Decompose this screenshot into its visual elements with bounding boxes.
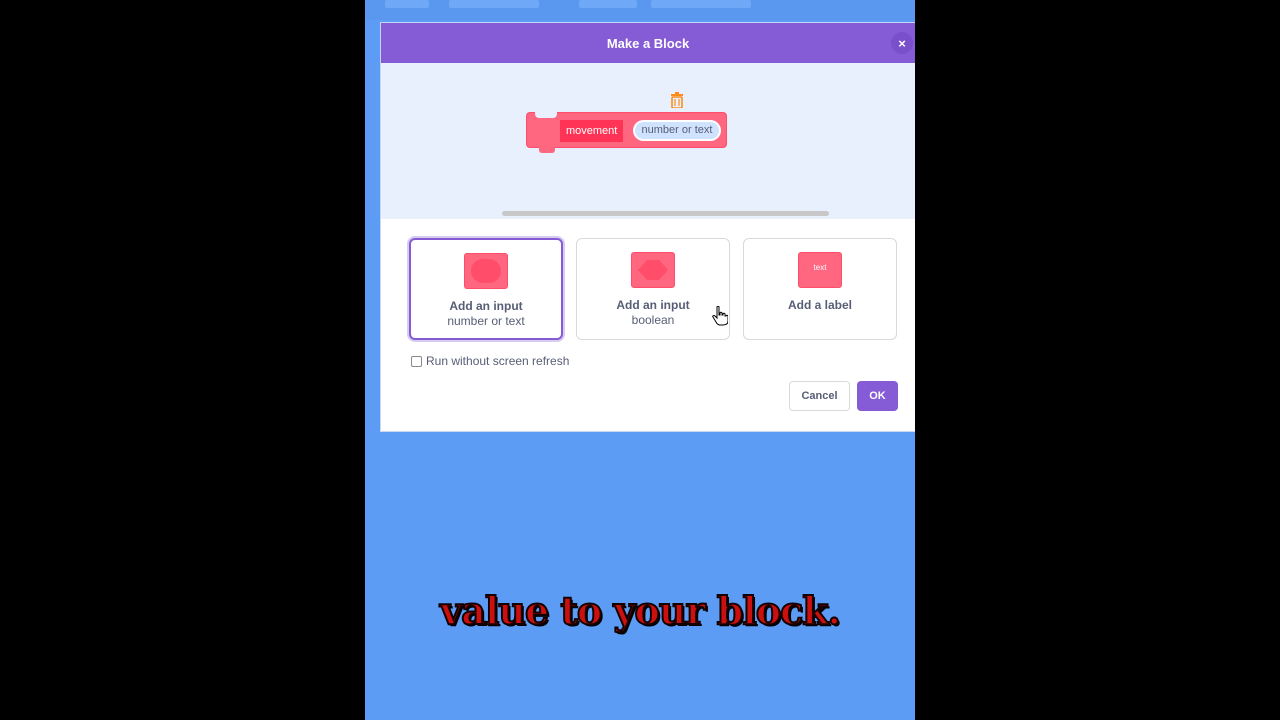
- option-title: Add an input: [449, 299, 523, 313]
- make-a-block-dialog: Make a Block × movement number or text A…: [380, 22, 915, 432]
- label-icon-text: text: [813, 263, 827, 272]
- option-title: Add a label: [787, 298, 852, 312]
- ok-button[interactable]: OK: [857, 381, 898, 411]
- close-button[interactable]: ×: [891, 32, 913, 54]
- run-without-refresh-row: Run without screen refresh: [411, 354, 569, 368]
- close-icon: ×: [898, 35, 906, 51]
- video-caption: value to your block.: [439, 587, 842, 634]
- block-tab: [539, 147, 555, 153]
- preview-scrollbar[interactable]: [502, 211, 829, 216]
- block-notch: [535, 112, 557, 118]
- option-title: Add an input: [616, 298, 690, 312]
- toolbar-ghost-item: [651, 0, 751, 8]
- run-without-refresh-label[interactable]: Run without screen refresh: [426, 354, 569, 368]
- add-input-boolean-card[interactable]: Add an input boolean: [576, 238, 730, 340]
- add-label-card[interactable]: text Add a label: [743, 238, 897, 340]
- option-subtitle: number or text: [447, 314, 525, 328]
- toolbar-ghost-item: [385, 0, 429, 8]
- top-toolbar: [365, 0, 915, 20]
- option-subtitle: boolean: [631, 313, 675, 327]
- toolbar-ghost-item: [449, 0, 539, 8]
- run-without-refresh-checkbox[interactable]: [411, 355, 422, 367]
- block-input-text: number or text: [635, 122, 719, 139]
- add-input-number-text-card[interactable]: Add an input number or text: [409, 238, 563, 340]
- trash-icon[interactable]: [670, 92, 684, 108]
- block-label-text[interactable]: movement: [560, 120, 624, 142]
- block-preview-area: movement number or text: [381, 63, 915, 219]
- cancel-button[interactable]: Cancel: [789, 381, 850, 411]
- dialog-title: Make a Block: [606, 35, 690, 51]
- round-input-icon: [464, 253, 508, 289]
- toolbar-ghost-item: [579, 0, 637, 8]
- label-icon: text: [798, 252, 842, 288]
- block-input-field[interactable]: number or text: [633, 120, 721, 141]
- block-options-area: Add an input number or text Add an input…: [381, 219, 915, 433]
- hand-pointer-icon: [712, 306, 728, 326]
- dialog-header: Make a Block ×: [381, 23, 915, 63]
- hexagon-input-icon: [631, 252, 675, 288]
- custom-block-preview: movement number or text: [526, 112, 727, 153]
